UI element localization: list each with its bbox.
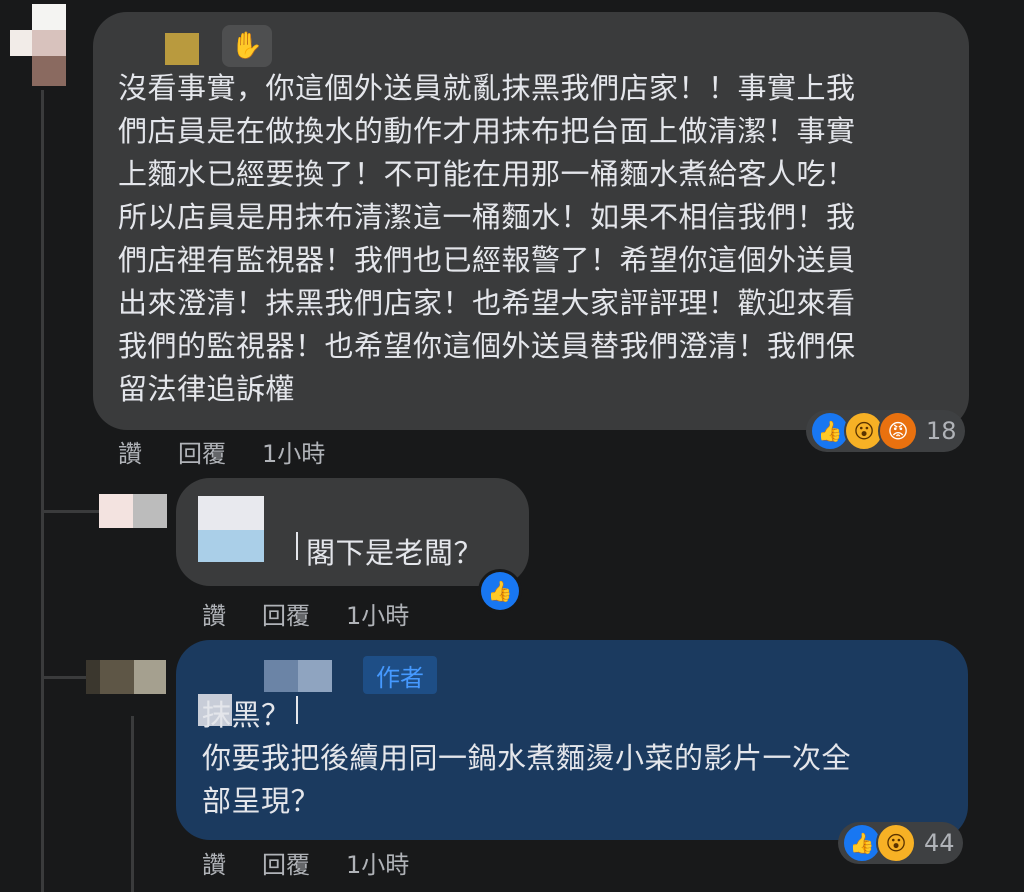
commenter-name-redacted[interactable] [298, 660, 332, 692]
attachment-redacted[interactable] [198, 530, 264, 562]
thread-branch-1 [41, 510, 99, 513]
angry-icon: 😡 [878, 411, 918, 451]
comment-actions: 讚 回覆 1小時 [202, 596, 409, 631]
wow-icon: 😮 [876, 823, 916, 863]
reply-action[interactable]: 回覆 [178, 434, 226, 469]
comment-text: 沒看事實，你這個外送員就亂抹黑我們店家！！事實上我 們店員是在做換水的動作才用抹… [118, 71, 856, 406]
like-action[interactable]: 讚 [118, 434, 142, 469]
avatar[interactable] [10, 4, 66, 86]
timestamp[interactable]: 1小時 [262, 434, 325, 469]
timestamp[interactable]: 1小時 [346, 596, 409, 631]
like-action[interactable]: 讚 [202, 845, 226, 880]
comment-actions: 讚 回覆 1小時 [202, 845, 409, 880]
reply-action[interactable]: 回覆 [262, 596, 310, 631]
comment-text: 閣下是老闆？ [306, 536, 484, 570]
thread-line-main [41, 90, 44, 892]
reply-action[interactable]: 回覆 [262, 845, 310, 880]
avatar[interactable] [99, 494, 167, 528]
reaction-summary[interactable]: 👍 [478, 569, 522, 613]
thread-line-nested [131, 716, 134, 892]
timestamp[interactable]: 1小時 [346, 845, 409, 880]
text-cursor [296, 532, 298, 560]
reaction-summary[interactable]: 👍 😮 44 [838, 822, 963, 864]
reaction-count: 18 [926, 417, 957, 445]
comment-text: 抹黑？ 你要我把後續用同一鍋水煮麵燙小菜的影片一次全 部呈現？ [202, 698, 852, 818]
thread-branch-2 [41, 676, 86, 679]
commenter-name-redacted[interactable] [264, 660, 298, 692]
like-action[interactable]: 讚 [202, 596, 226, 631]
author-badge: 作者 [363, 656, 437, 694]
wave-icon[interactable]: ✋ [222, 25, 272, 67]
attachment-redacted[interactable] [198, 496, 264, 530]
avatar[interactable] [86, 660, 166, 694]
like-icon: 👍 [481, 572, 519, 610]
commenter-name-redacted[interactable] [165, 33, 199, 65]
reaction-count: 44 [924, 829, 955, 857]
reaction-summary[interactable]: 👍 😮 😡 18 [806, 410, 965, 452]
comment-actions: 讚 回覆 1小時 [118, 434, 325, 469]
